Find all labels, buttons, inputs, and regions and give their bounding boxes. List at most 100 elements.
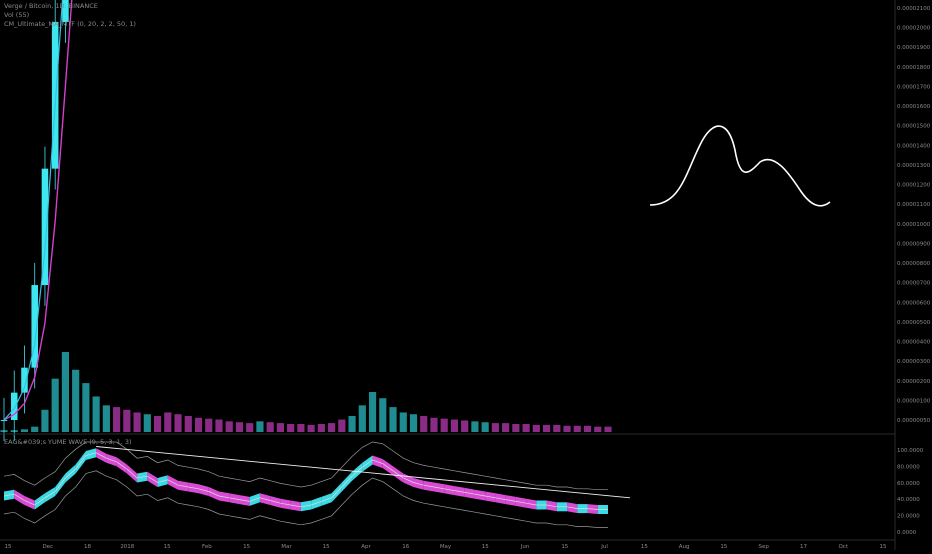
x-tick: 15	[720, 544, 727, 550]
x-tick: Jul	[600, 544, 608, 550]
volume-bar	[573, 425, 581, 432]
price-y-tick: 0.00000800	[897, 261, 931, 267]
volume-bar	[235, 422, 244, 432]
chart-title: Verge / Bitcoin, 1D, BINANCE	[4, 2, 98, 10]
volume-bar	[553, 424, 561, 432]
volume-bar	[205, 418, 213, 432]
volume-bar	[491, 423, 499, 432]
price-y-tick: 0.00000900	[897, 241, 931, 247]
price-y-tick: 0.00001400	[897, 143, 931, 149]
volume-bar	[266, 422, 274, 432]
trendlines	[649, 125, 831, 207]
drawn-curve-annotation	[649, 125, 831, 207]
volume-bar	[287, 424, 295, 432]
volume-bar	[194, 417, 203, 432]
volume-bar	[594, 426, 602, 432]
x-tick: 15	[482, 544, 489, 550]
volume-bar	[532, 424, 540, 432]
volume-bar	[563, 425, 571, 432]
price-y-tick: 0.00001800	[897, 65, 931, 71]
volume-bar	[51, 378, 59, 432]
x-tick: 15	[641, 544, 648, 550]
x-tick: 15	[323, 544, 330, 550]
volume-bar	[409, 414, 418, 432]
x-tick: 17	[800, 544, 807, 550]
x-tick: Oct	[838, 544, 848, 550]
volume-bar	[41, 409, 49, 432]
x-tick: Aug	[679, 544, 690, 550]
x-tick: 15	[561, 544, 568, 550]
volume-bar	[440, 418, 448, 432]
x-tick: 15	[880, 544, 887, 550]
price-y-tick: 0.00001700	[897, 84, 931, 90]
volume-bar	[184, 416, 192, 432]
volume-bar	[481, 422, 489, 432]
indicator-label: CM_Ultimate_MA_MTF (0, 20, 2, 2, 50, 1)	[4, 20, 136, 28]
axes: 0.00002100 0.00002000 0.00001900 0.00001800…	[0, 0, 931, 550]
volume-bar	[328, 423, 336, 432]
volume-bar	[420, 416, 428, 432]
volume-bar	[348, 416, 356, 432]
volume-bar	[317, 424, 325, 432]
osc-y-tick: 80.0000	[897, 464, 920, 470]
price-y-tick: 0.00001500	[897, 124, 931, 130]
volume-bar	[399, 412, 407, 432]
price-y-tick: 0.00001000	[897, 222, 931, 228]
volume-bar	[542, 424, 551, 432]
price-y-tick: 0.00000050	[897, 418, 931, 424]
price-y-tick: 0.00001300	[897, 163, 931, 169]
volume-bar	[225, 421, 233, 432]
volume-bar	[82, 383, 90, 432]
volume-bar	[604, 426, 612, 432]
volume-bar	[164, 412, 172, 432]
volume-bar	[113, 407, 121, 432]
volume-bar	[72, 369, 80, 432]
price-y-tick: 0.00001100	[897, 202, 931, 208]
volume-bar	[338, 419, 346, 432]
volume-bar	[461, 420, 469, 432]
x-tick: 15	[5, 544, 12, 550]
osc-y-tick: 0.0000	[897, 530, 917, 536]
x-tick: Feb	[202, 544, 212, 550]
volume-bar	[256, 421, 264, 432]
osc-y-tick: 20.0000	[897, 514, 920, 520]
volume-bar	[246, 423, 254, 432]
price-y-tick: 0.00000600	[897, 300, 931, 306]
price-y-tick: 0.00001600	[897, 104, 931, 110]
volume-bar	[502, 423, 510, 432]
volume-bar	[61, 352, 70, 432]
volume-bar	[297, 424, 305, 432]
volume-bar	[450, 419, 459, 432]
volume-bars	[0, 352, 612, 432]
price-y-tick: 0.00000300	[897, 359, 931, 365]
x-tick: 16	[402, 544, 409, 550]
volume-bar	[368, 392, 377, 432]
x-tick: 2018	[120, 544, 134, 550]
volume-bar	[31, 426, 39, 432]
price-y-tick: 0.00000700	[897, 281, 931, 287]
chart-root: 0.00002100 0.00002000 0.00001900 0.00001800…	[0, 0, 932, 550]
price-y-tick: 0.00001900	[897, 45, 931, 51]
price-y-tick: 0.00002100	[897, 6, 931, 12]
osc-y-tick: 100.0000	[897, 448, 924, 454]
price-y-tick: 0.00000200	[897, 379, 931, 385]
volume-label: Vol (55)	[4, 11, 30, 19]
volume-bar	[358, 405, 366, 432]
volume-bar	[512, 424, 520, 432]
x-tick: Mar	[281, 544, 292, 550]
osc-trendline	[96, 446, 631, 499]
x-tick: 15	[243, 544, 250, 550]
ma-fast-line	[3, 0, 64, 421]
volume-bar	[276, 423, 284, 432]
volume-bar	[471, 421, 479, 432]
volume-bar	[92, 396, 100, 432]
volume-bar	[123, 409, 131, 432]
volume-bar	[379, 398, 387, 432]
candle-body	[51, 22, 59, 169]
volume-bar	[133, 412, 141, 432]
x-tick: Jun	[520, 544, 530, 550]
x-tick: Apr	[361, 544, 371, 550]
x-tick: 18	[84, 544, 91, 550]
volume-bar	[389, 407, 397, 432]
oscillator	[3, 441, 631, 528]
